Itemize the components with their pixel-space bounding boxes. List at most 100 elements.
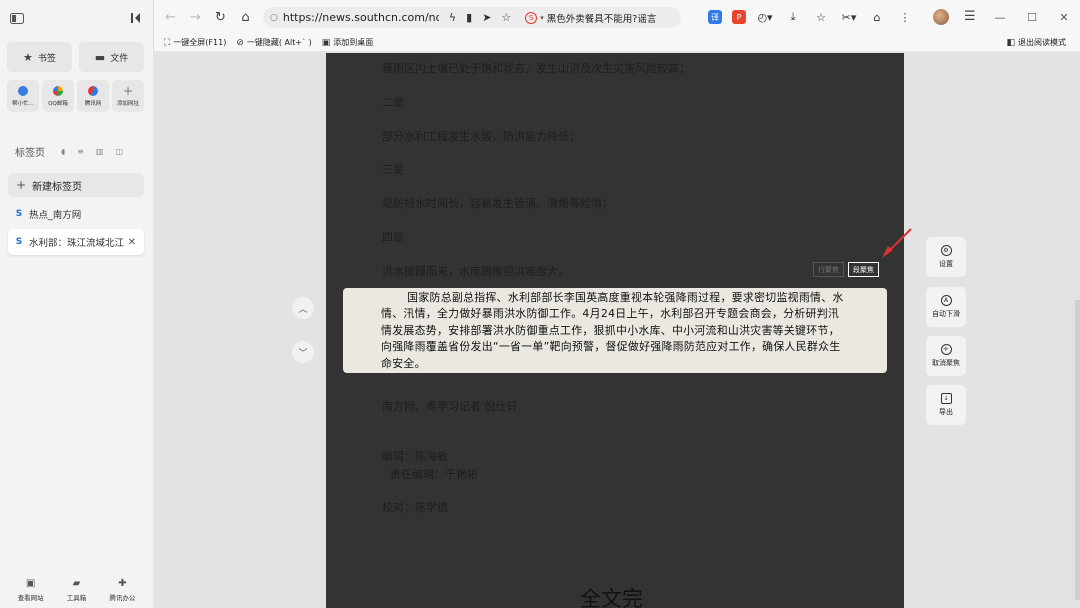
back-icon[interactable]: ←: [158, 8, 183, 26]
download-icon[interactable]: ⤓: [784, 8, 802, 26]
quick-link-helper[interactable]: 帮小忙...: [7, 80, 39, 112]
url-text[interactable]: https://news.southcn.com/node_: [283, 11, 439, 24]
focused-paragraph-text: 国家防总副总指挥、水利部部长李国英高度重视本轮强降雨过程，要求密切监视雨情、水情…: [381, 291, 844, 370]
menu-icon[interactable]: ☰: [964, 9, 976, 24]
auto-scroll-icon: A: [940, 295, 952, 306]
exit-reader-button[interactable]: ◧ 退出阅读模式: [1006, 37, 1066, 48]
fullscreen-button[interactable]: ⛶ 一键全屏(F11): [164, 37, 226, 48]
reader-page: 暴雨区内土壤已处于饱和状态，发生山洪及次生灾害风险较高； 二是 部分水利工程发生水毁…: [326, 53, 904, 608]
page-scrollbar[interactable]: [1075, 300, 1080, 600]
quick-links: 帮小忙... QQ邮箱 腾讯网 + 添加网址: [7, 80, 144, 112]
hide-button[interactable]: ⊘ 一键隐藏( Alt+` ): [236, 37, 311, 48]
pdf-icon[interactable]: P: [732, 10, 746, 24]
maximize-icon[interactable]: ☐: [1016, 0, 1048, 34]
translate-icon[interactable]: 译: [708, 10, 722, 24]
chevron-down-icon: ﹀: [298, 348, 308, 359]
view-sites-button[interactable]: ▣ 查看网站: [18, 578, 44, 602]
new-tab-button[interactable]: + 新建标签页: [8, 173, 144, 197]
tencent-office-button[interactable]: ✚ 腾讯办公: [109, 578, 135, 602]
home-icon[interactable]: ⌂: [233, 8, 258, 26]
quick-link-qq-mail[interactable]: QQ邮箱: [42, 80, 74, 112]
toolbox-icon: ▰: [72, 578, 81, 589]
exit-reader-icon: ◧: [1006, 37, 1015, 48]
line-focus-button[interactable]: 行聚焦: [813, 262, 844, 277]
more-vertical-icon[interactable]: ⋮: [896, 8, 914, 26]
add-desktop-button[interactable]: ▣ 添加到桌面: [322, 37, 374, 48]
sidebar-top: [8, 8, 145, 28]
tab-label: 热点_南方网: [29, 210, 82, 221]
article-line: 校对：陈学德: [382, 501, 448, 514]
cancel-focus-label: 取消聚焦: [932, 359, 960, 367]
toolbox-button[interactable]: ▰ 工具箱: [67, 578, 87, 602]
article-line: 三是: [382, 163, 404, 176]
fullscreen-label: 一键全屏(F11): [173, 38, 227, 47]
forward-icon[interactable]: →: [183, 8, 208, 26]
news-text: 黑色外卖餐具不能用?谣言: [546, 13, 657, 25]
settings-button[interactable]: ⚙ 设置: [926, 237, 966, 277]
share-icon[interactable]: ➤: [482, 11, 491, 24]
helper-icon: [18, 85, 28, 96]
folder-icon: ▬: [94, 50, 106, 64]
address-bar[interactable]: ○ https://news.southcn.com/node_ ϟ ▮ ➤ ☆…: [263, 7, 681, 28]
quick-link-label: 添加网址: [116, 100, 139, 107]
bottom-label: 工具箱: [66, 594, 87, 602]
site-icon: ▣: [25, 578, 36, 589]
paragraph-focus-button[interactable]: 段聚焦: [848, 262, 879, 277]
lightning-icon[interactable]: ϟ: [449, 11, 456, 24]
article-line: 洪水接踵而来，水库腾库迎洪难度大。: [382, 265, 569, 278]
southcn-favicon-icon: S: [15, 237, 23, 247]
article-line: 堤防挡水时间长，容易发生管涌、滑塌等险情；: [382, 197, 613, 210]
news-ticker[interactable]: S ▾ 黑色外卖餐具不能用?谣言: [525, 11, 656, 25]
focused-paragraph: 国家防总副总指挥、水利部部长李国英高度重视本轮强降雨过程，要求密切监视雨情、水情…: [343, 288, 887, 373]
files-button[interactable]: ▬ 文件: [79, 42, 144, 72]
focus-mode-toggle: 行聚焦 段聚焦: [813, 262, 879, 277]
hide-icon: ⊘: [236, 37, 244, 48]
reload-icon[interactable]: ↻: [208, 8, 233, 26]
article-line: 编辑：陈海敏: [382, 450, 448, 463]
minimize-icon[interactable]: —: [984, 0, 1016, 34]
history-icon[interactable]: ◴▾: [756, 8, 774, 26]
sidebar-toggle-icon[interactable]: [8, 9, 26, 27]
tencent-icon: [88, 85, 98, 96]
article-line: 暴雨区内土壤已处于饱和状态，发生山洪及次生灾害风险较高；: [382, 62, 690, 75]
sort-icon[interactable]: ≡: [77, 147, 84, 156]
files-label: 文件: [110, 53, 129, 64]
qq-mail-icon: [53, 85, 63, 96]
close-tab-icon[interactable]: ✕: [128, 237, 136, 248]
cancel-focus-button[interactable]: ✛ 取消聚焦: [926, 336, 966, 376]
add-desktop-label: 添加到桌面: [333, 38, 374, 47]
export-button[interactable]: ↓ 导出: [926, 385, 966, 425]
settings-icon: ⚙: [940, 245, 952, 256]
plus-icon: +: [122, 83, 134, 98]
copy-icon[interactable]: ◫: [115, 147, 123, 156]
collections-star-icon[interactable]: ☆: [812, 8, 830, 26]
collapse-sidebar-icon[interactable]: [127, 9, 145, 27]
browser-toolbar: ← → ↻ ⌂ ○ https://news.southcn.com/node_…: [154, 0, 1080, 34]
southcn-favicon-icon: S: [15, 209, 23, 219]
quick-link-tencent[interactable]: 腾讯网: [77, 80, 109, 112]
sidebar-bottom: ▣ 查看网站 ▰ 工具箱 ✚ 腾讯办公: [6, 578, 147, 602]
next-paragraph-button[interactable]: ﹀: [292, 341, 314, 363]
exit-reader-label: 退出阅读模式: [1018, 38, 1066, 47]
screenshot-scissors-icon[interactable]: ✂▾: [840, 8, 858, 26]
reader-mode-icon[interactable]: ▮: [466, 11, 472, 24]
sidebar-tab-active[interactable]: S 水利部：珠江流域北江... ✕: [8, 229, 144, 255]
chevron-down-icon: ▾: [540, 13, 544, 22]
mute-icon[interactable]: ◖: [61, 147, 65, 156]
s-badge-icon: S: [525, 11, 538, 24]
auto-scroll-button[interactable]: A 自动下滑: [926, 287, 966, 327]
bottom-label: 腾讯办公: [109, 594, 136, 602]
clean-icon[interactable]: ⌂: [868, 8, 886, 26]
favorite-star-icon[interactable]: ☆: [501, 11, 511, 24]
quick-link-add[interactable]: + 添加网址: [112, 80, 144, 112]
sidebar-tab-hotspot[interactable]: S 热点_南方网: [8, 201, 144, 227]
previous-paragraph-button[interactable]: ︿: [292, 297, 314, 319]
grid-icon[interactable]: ▥: [96, 147, 104, 156]
avatar[interactable]: [933, 9, 949, 25]
bookmarks-button[interactable]: ★ 书签: [7, 42, 72, 72]
office-icon: ✚: [118, 578, 127, 589]
quick-link-label: QQ邮箱: [48, 100, 68, 107]
article-line: 南方网、粤学习记者 倪仕轩: [382, 400, 518, 413]
fullscreen-icon: ⛶: [164, 37, 171, 48]
close-window-icon[interactable]: ✕: [1048, 0, 1080, 34]
